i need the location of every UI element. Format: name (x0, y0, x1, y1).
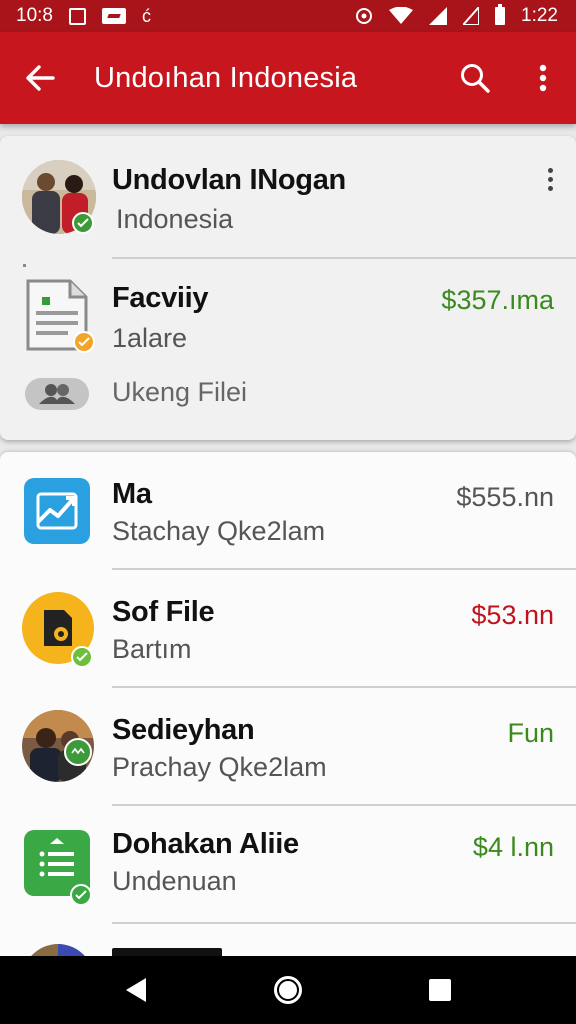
chip-label: Ukeng Filei (112, 377, 248, 407)
pending-badge-icon (73, 331, 95, 353)
verified-badge-icon (72, 212, 94, 234)
item-amount: $4 l.nn (472, 832, 554, 862)
group-icon (39, 384, 75, 404)
list-item[interactable]: Ma Stachay Qke2lam $555.nn (0, 452, 576, 570)
nav-home-button[interactable] (258, 960, 318, 1020)
item-title: Sof File (112, 596, 215, 628)
verified-badge-icon (64, 738, 92, 766)
cast-icon (356, 8, 373, 24)
profile-subtitle: Indonesia (116, 204, 234, 234)
item-amount: Fun (507, 718, 554, 748)
message-icon (101, 8, 126, 24)
profile-more-button[interactable] (540, 168, 560, 191)
clock: 1:22 (521, 5, 558, 26)
arrow-back-icon (26, 65, 55, 91)
status-left-text: 10:8 (16, 5, 53, 26)
list-item[interactable]: Sedieyhan Prachay Qke2lam Fun (0, 688, 576, 806)
divider (112, 257, 576, 259)
trend-chart-icon (24, 478, 90, 544)
group-chip-button[interactable] (25, 378, 89, 410)
more-vert-icon (539, 64, 547, 92)
signal-2-icon (463, 7, 480, 25)
transactions-list: Ma Stachay Qke2lam $555.nn Sof File Bart… (0, 452, 576, 972)
signal-icon (429, 7, 448, 25)
navigation-bar (0, 956, 576, 1024)
list-item[interactable]: Dohakan Aliie Undenuan $4 l.nn (0, 806, 576, 924)
item-subtitle: Bartım (112, 634, 192, 664)
triangle-back-icon (126, 978, 146, 1002)
item-subtitle: Prachay Qke2lam (112, 752, 327, 782)
app-title: Undoıhan Indonesia (94, 61, 358, 94)
file-subtitle: 1alare (112, 323, 188, 353)
item-subtitle: Undenuan (112, 866, 237, 896)
overflow-menu-button[interactable] (510, 32, 576, 124)
nav-recents-button[interactable] (410, 960, 470, 1020)
sync-icon: ć (141, 5, 151, 26)
nav-back-button[interactable] (106, 960, 166, 1020)
item-amount: $555.nn (456, 482, 554, 512)
item-title: Ma (112, 478, 152, 510)
search-icon (461, 64, 490, 93)
notification-icon (68, 7, 86, 25)
header-card: Undovlan INogan Indonesia Facviiy 1alare… (0, 136, 576, 440)
file-title: Facviiy (112, 282, 209, 314)
list-item[interactable]: Sof File Bartım $53.nn (0, 570, 576, 688)
item-subtitle: Stachay Qke2lam (112, 516, 326, 546)
back-button[interactable] (0, 32, 80, 124)
wifi-icon (389, 7, 414, 24)
check-badge-icon (71, 646, 93, 668)
search-button[interactable] (440, 32, 510, 124)
divider (112, 922, 576, 924)
item-amount: $53.nn (471, 600, 554, 630)
check-badge-icon (70, 884, 92, 906)
square-recents-icon (429, 979, 451, 1001)
battery-icon (495, 4, 506, 25)
profile-name: Undovlan INogan (112, 164, 346, 196)
file-amount: $357.ıma (441, 285, 554, 315)
app-bar: Undoıhan Indonesia (0, 32, 576, 124)
circle-home-icon (274, 976, 302, 1004)
item-title: Sedieyhan (112, 714, 255, 746)
status-bar: 10:8 ć 1:22 (0, 0, 576, 32)
dot-marker (23, 264, 26, 267)
item-title: Dohakan Aliie (112, 828, 299, 860)
